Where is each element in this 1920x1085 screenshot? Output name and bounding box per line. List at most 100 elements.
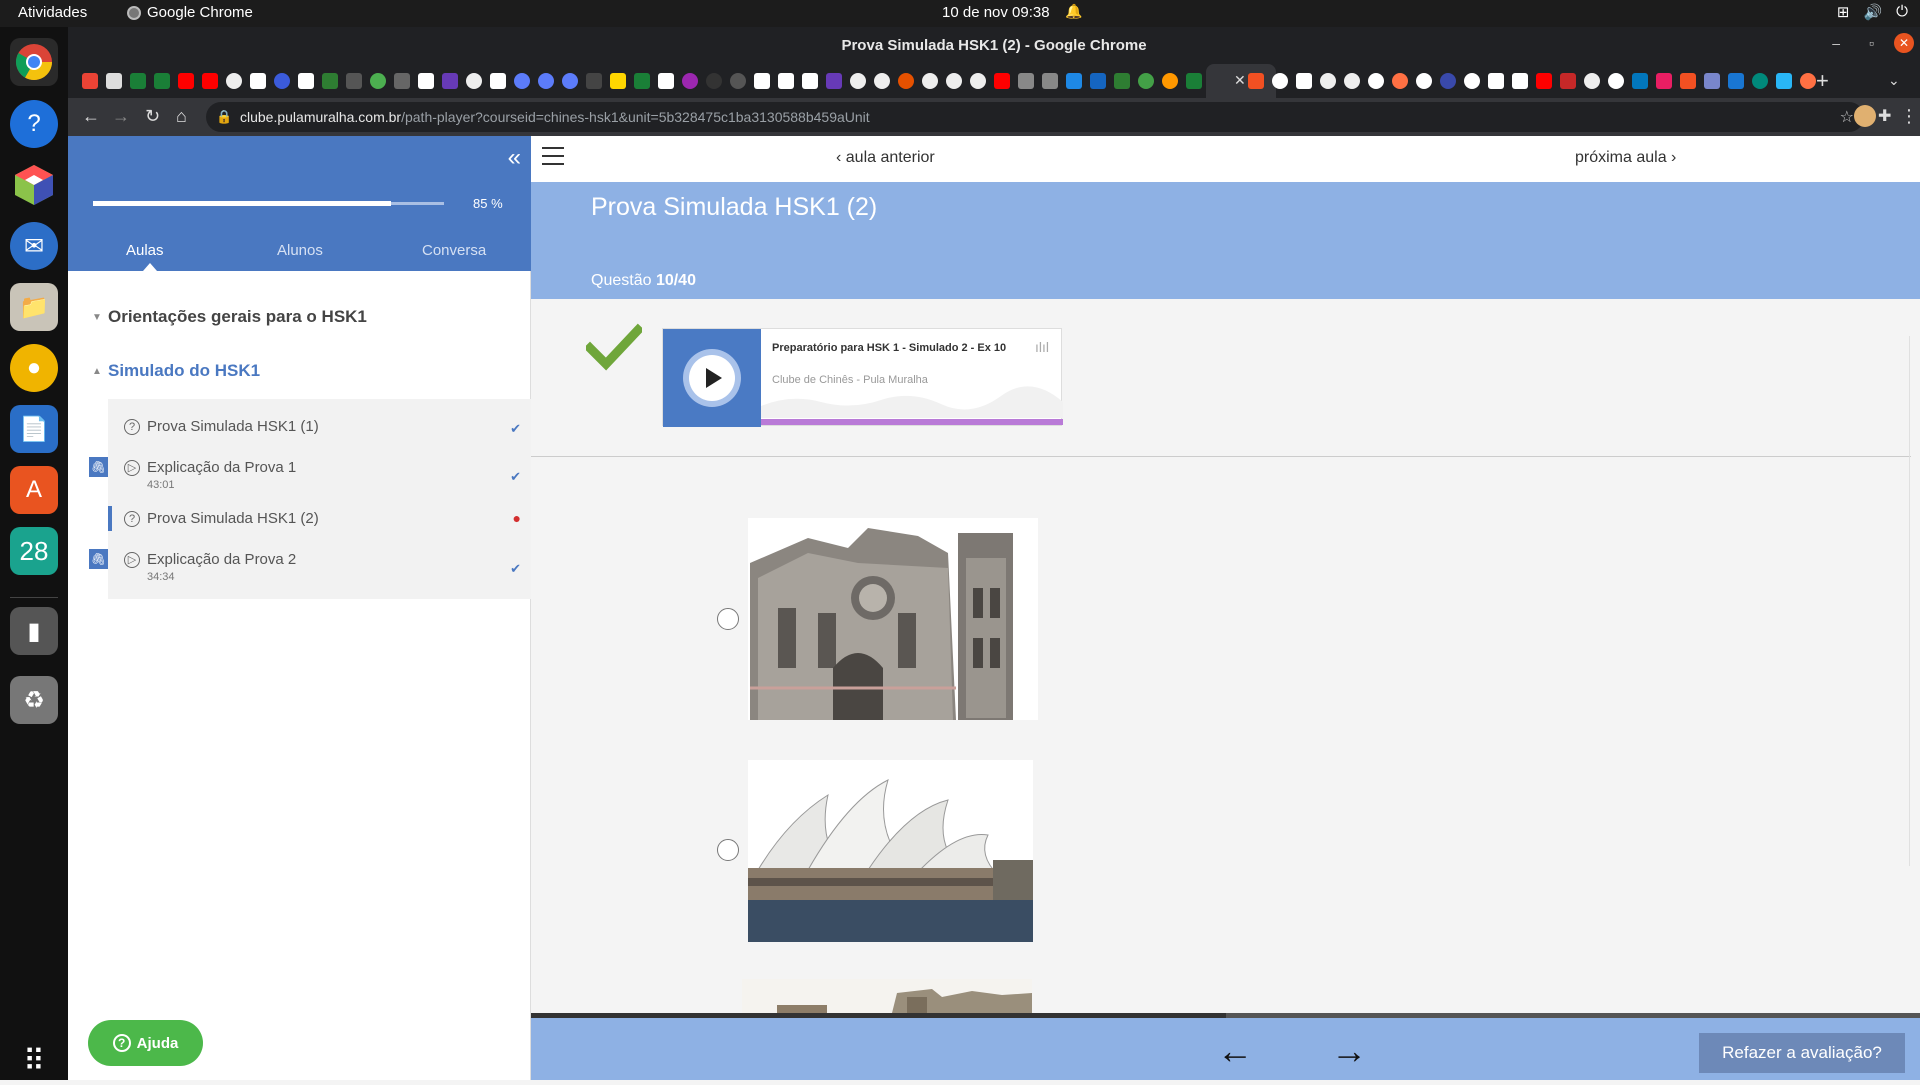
extensions-icon[interactable]: ✚ — [1878, 106, 1891, 126]
tab-favicon[interactable] — [1186, 73, 1202, 89]
tab-aulas[interactable]: Aulas — [126, 242, 164, 259]
tab-favicon[interactable] — [1392, 73, 1408, 89]
tab-favicon[interactable] — [1440, 73, 1456, 89]
tab-close-icon[interactable]: ✕ — [1234, 72, 1246, 89]
help-button[interactable]: ? Ajuda — [88, 1020, 203, 1066]
trash-icon[interactable]: ♻ — [10, 676, 58, 724]
forward-icon[interactable]: → — [112, 106, 130, 127]
tab-favicon[interactable] — [538, 73, 554, 89]
lock-icon[interactable]: 🔒 — [216, 109, 232, 125]
tab-google[interactable] — [1608, 73, 1624, 89]
reload-icon[interactable]: ↻ — [145, 106, 160, 127]
maximize-icon[interactable]: ▫ — [1869, 35, 1874, 51]
section-title[interactable]: Simulado do HSK1 — [108, 361, 260, 381]
tab-favicon[interactable] — [1776, 73, 1792, 89]
tab-favicon[interactable] — [1800, 73, 1816, 89]
tab-favicon[interactable] — [1728, 73, 1744, 89]
tab-favicon[interactable] — [682, 73, 698, 89]
tab-favicon[interactable] — [706, 73, 722, 89]
tab-youtube[interactable] — [202, 73, 218, 89]
tab-favicon[interactable] — [730, 73, 746, 89]
section-collapsed-icon[interactable]: ▼ — [92, 312, 102, 323]
tab-favicon[interactable] — [1680, 73, 1696, 89]
tab-youtube[interactable] — [994, 73, 1010, 89]
tab-favicon[interactable] — [346, 73, 362, 89]
tab-favicon[interactable] — [1090, 73, 1106, 89]
tab-favicon[interactable] — [1488, 73, 1504, 89]
files-icon[interactable]: 📁 — [10, 283, 58, 331]
tab-favicon[interactable] — [1066, 73, 1082, 89]
menu-kebab-icon[interactable]: ⋮ — [1900, 106, 1918, 127]
tab-favicon[interactable] — [1344, 73, 1360, 89]
bookmark-star-icon[interactable]: ☆ — [1840, 107, 1854, 127]
attachment-icon[interactable]: 🖇 — [89, 457, 108, 477]
tab-favicon[interactable] — [418, 73, 434, 89]
tab-favicon[interactable] — [514, 73, 530, 89]
track-title[interactable]: Preparatório para HSK 1 - Simulado 2 - E… — [772, 342, 1006, 354]
drive-icon[interactable]: ▮ — [10, 607, 58, 655]
home-icon[interactable]: ⌂ — [176, 106, 187, 127]
soundcloud-logo-icon[interactable]: ılıl — [1035, 339, 1049, 355]
tab-favicon[interactable] — [586, 73, 602, 89]
tab-youtube[interactable] — [1536, 73, 1552, 89]
tab-favicon[interactable] — [562, 73, 578, 89]
tab-favicon[interactable] — [1114, 73, 1130, 89]
tab-gmail[interactable] — [82, 73, 98, 89]
retry-assessment-button[interactable]: Refazer a avaliação? — [1699, 1033, 1905, 1073]
app-menu[interactable]: Google Chrome — [127, 4, 253, 21]
answer-image-opera-house[interactable] — [748, 760, 1033, 942]
tab-favicon[interactable] — [1560, 73, 1576, 89]
tab-favicon[interactable] — [610, 73, 626, 89]
new-tab-icon[interactable]: + — [1816, 68, 1829, 94]
tab-favicon[interactable] — [946, 73, 962, 89]
tab-favicon[interactable] — [1752, 73, 1768, 89]
previous-lesson-link[interactable]: ‹ aula anterior — [836, 149, 935, 167]
tab-favicon[interactable] — [154, 73, 170, 89]
chrome-dock-icon[interactable] — [10, 38, 58, 86]
system-tray[interactable]: ⊞ 🔊 ⏻ — [1837, 3, 1908, 21]
back-icon[interactable]: ← — [82, 106, 100, 127]
tab-favicon[interactable] — [1296, 73, 1312, 89]
tab-favicon[interactable] — [970, 73, 986, 89]
tab-favicon[interactable] — [1248, 73, 1264, 89]
waveform[interactable] — [761, 384, 1063, 418]
cube-app-icon[interactable] — [10, 161, 58, 209]
tab-favicon[interactable] — [370, 73, 386, 89]
tab-favicon[interactable] — [442, 73, 458, 89]
tab-favicon[interactable] — [1632, 73, 1648, 89]
tab-youtube[interactable] — [178, 73, 194, 89]
tab-favicon[interactable] — [226, 73, 242, 89]
hamburger-menu-icon[interactable] — [542, 146, 564, 166]
tab-favicon[interactable] — [1320, 73, 1336, 89]
attachment-icon[interactable]: 🖇 — [89, 549, 108, 569]
active-tab[interactable]: ✕ — [1206, 64, 1276, 98]
writer-icon[interactable]: 📄 — [10, 405, 58, 453]
tab-favicon[interactable] — [466, 73, 482, 89]
tab-favicon[interactable] — [322, 73, 338, 89]
scrollbar[interactable] — [1909, 336, 1919, 866]
tab-favicon[interactable] — [274, 73, 290, 89]
section-expanded-icon[interactable]: ▲ — [92, 366, 102, 377]
tab-favicon[interactable] — [874, 73, 890, 89]
tab-favicon[interactable] — [1584, 73, 1600, 89]
previous-question-arrow-icon[interactable]: ← — [1217, 1030, 1253, 1072]
activities-button[interactable]: Atividades — [18, 4, 87, 21]
tab-google[interactable] — [1272, 73, 1288, 89]
tab-favicon[interactable] — [778, 73, 794, 89]
tab-favicon[interactable] — [898, 73, 914, 89]
tab-favicon[interactable] — [922, 73, 938, 89]
minimize-icon[interactable]: – — [1832, 35, 1840, 51]
calendar-icon[interactable]: 28 — [10, 527, 58, 575]
tab-favicon[interactable] — [1018, 73, 1034, 89]
avatar[interactable] — [1854, 105, 1876, 127]
play-button[interactable] — [689, 355, 735, 401]
help-dock-icon[interactable]: ? — [10, 100, 58, 148]
tab-conversa[interactable]: Conversa — [422, 242, 486, 259]
rhythmbox-icon[interactable]: ● — [10, 344, 58, 392]
tab-google[interactable] — [1464, 73, 1480, 89]
tab-favicon[interactable] — [826, 73, 842, 89]
tab-favicon[interactable] — [1704, 73, 1720, 89]
thunderbird-icon[interactable]: ✉ — [10, 222, 58, 270]
tab-favicon[interactable] — [658, 73, 674, 89]
tab-google[interactable] — [1416, 73, 1432, 89]
